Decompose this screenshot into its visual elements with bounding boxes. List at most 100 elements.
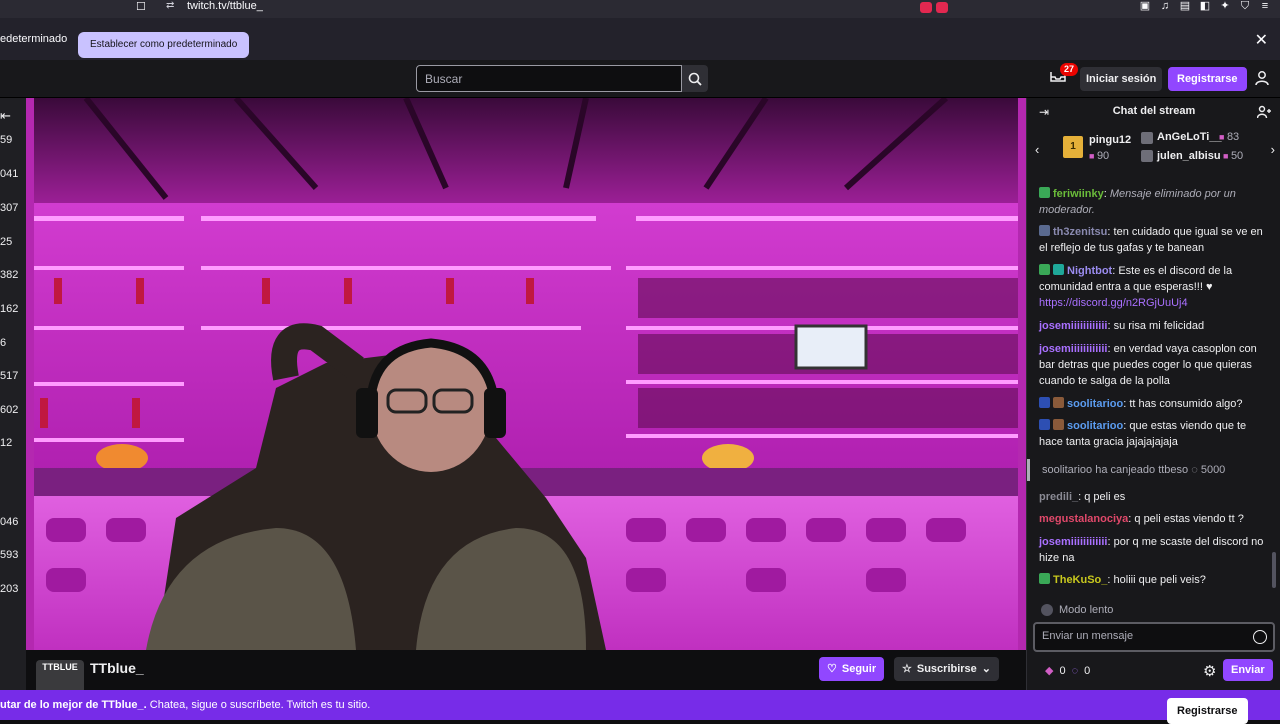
rail-viewer-count[interactable]: 307 <box>0 202 18 214</box>
inbox-button[interactable]: 27 <box>1050 63 1078 87</box>
chat-message: soolitarioo: que estas viendo que te hac… <box>1039 419 1247 448</box>
chat-username[interactable]: josemiiiiiiiiiiii <box>1039 343 1107 355</box>
chat-message: josemiiiiiiiiiiii: por q me scaste del d… <box>1039 536 1264 564</box>
set-default-button[interactable]: Establecer como predeterminado <box>78 32 250 58</box>
login-button[interactable]: Iniciar sesión <box>1080 67 1163 91</box>
rail-viewer-count[interactable]: 25 <box>0 236 12 248</box>
search-placeholder: Buscar <box>425 72 463 86</box>
leaderboard-third-name[interactable]: julen_albisu <box>1157 150 1221 162</box>
bookmark-icon[interactable]: ☐ <box>136 0 146 13</box>
leaderboard-first-name[interactable]: pingu12 <box>1089 134 1131 146</box>
chat-username[interactable]: josemiiiiiiiiiiii <box>1039 536 1107 548</box>
site-info-icon[interactable]: ⇄ <box>166 0 174 11</box>
chat-username[interactable]: predili_ <box>1039 491 1078 503</box>
default-browser-notice: edeterminado Establecer como predetermin… <box>0 18 1280 60</box>
rail-viewer-count[interactable]: 59 <box>0 134 12 146</box>
leaderboard-first-count: ■ 90 <box>1089 150 1110 162</box>
leaderboard-second-count: ■ 83 <box>1219 131 1240 143</box>
rail-viewer-count[interactable]: 203 <box>0 583 18 595</box>
gift-leaderboard: ‹ 1 pingu12 ■ 90 AnGeLoTi__ ■ 83 julen_a… <box>1027 128 1280 174</box>
chat-text: holiii que peli veis? <box>1113 574 1206 586</box>
slow-mode-label: Modo lento <box>1059 604 1114 616</box>
reader-icon[interactable]: ▣ <box>1138 0 1152 12</box>
leaderboard-third-count: ■ 50 <box>1223 150 1244 162</box>
sub-badge-icon <box>1039 225 1050 236</box>
chat-username[interactable]: josemiiiiiiiiiiii <box>1039 320 1107 332</box>
rail-viewer-count[interactable]: 046 <box>0 516 18 528</box>
chat-username[interactable]: soolitarioo <box>1067 398 1123 410</box>
follow-button[interactable]: ♡ Seguir <box>819 657 885 681</box>
search-icon <box>688 72 702 86</box>
sidebar-icon[interactable]: ◧ <box>1198 0 1212 12</box>
chat-message: TheKuSo_: holiii que peli veis? <box>1039 572 1269 588</box>
channel-name[interactable]: TTblue_ <box>90 660 144 676</box>
scroll-thumb[interactable] <box>1272 552 1276 588</box>
chat-message: Nightbot: Este es el discord de la comun… <box>1039 264 1233 309</box>
extensions-icon[interactable]: ✦ <box>1218 0 1232 12</box>
search-input[interactable]: Buscar <box>416 65 682 92</box>
chat-text: su risa mi felicidad <box>1113 320 1205 332</box>
gift-small-icon: ■ <box>1089 151 1097 161</box>
chat-username[interactable]: Nightbot <box>1067 265 1112 277</box>
chat-username[interactable]: th3zenitsu <box>1053 226 1107 238</box>
music-icon[interactable]: ♫ <box>1158 0 1172 12</box>
sub-badge-icon <box>1053 419 1064 430</box>
library-icon[interactable]: ▤ <box>1178 0 1192 12</box>
gear-icon[interactable]: ⚙ <box>1203 662 1216 680</box>
signup-button[interactable]: Registrarse <box>1168 67 1247 91</box>
chevron-left-icon[interactable]: ‹ <box>1035 142 1039 157</box>
chat-message: megustalanociya: q peli estas viendo tt … <box>1039 513 1244 525</box>
community-icon[interactable] <box>1257 105 1271 119</box>
moderator-badge-icon <box>1039 187 1050 198</box>
send-button[interactable]: Enviar <box>1223 659 1273 681</box>
expand-rail-icon[interactable]: ⇤ <box>0 108 11 124</box>
chat-title: Chat del stream <box>1112 105 1196 117</box>
rail-viewer-count[interactable]: 382 <box>0 269 18 281</box>
channel-points-summary[interactable]: ◆ 0 ◌ 0 <box>1045 664 1090 678</box>
user-icon[interactable] <box>1254 70 1270 86</box>
chat-username[interactable]: soolitarioo <box>1067 420 1123 432</box>
promo-text: utar de lo mejor de TTblue_. Chatea, sig… <box>0 699 371 711</box>
moderator-badge-icon <box>1039 573 1050 584</box>
bits-count: 0 <box>1059 664 1066 677</box>
close-icon[interactable]: ✕ <box>1255 30 1268 50</box>
chat-input[interactable]: Enviar un mensaje <box>1033 622 1275 652</box>
chat-message: josemiiiiiiiiiiii: en verdad vaya casopl… <box>1039 343 1257 387</box>
shield-icon[interactable]: ⛉ <box>1238 0 1252 12</box>
rail-viewer-count[interactable]: 041 <box>0 168 18 180</box>
emoji-icon[interactable] <box>1253 630 1267 644</box>
heart-icon: ♡ <box>827 663 837 675</box>
chat-username[interactable]: TheKuSo_ <box>1053 574 1107 586</box>
rail-viewer-count[interactable]: 6 <box>0 337 6 349</box>
discord-link[interactable]: https://discord.gg/n2RGjUuUj4 <box>1039 297 1188 309</box>
address-bar[interactable]: twitch.tv/ttblue_ <box>187 0 263 13</box>
rail-viewer-count[interactable]: 517 <box>0 370 18 382</box>
stream-video-frame <box>26 98 1026 650</box>
chat-username[interactable]: feriwiinky <box>1053 188 1104 200</box>
redeem-points: 5000 <box>1200 464 1226 476</box>
avatar-logo: TTBLUE <box>42 662 78 672</box>
chat-header: ⇥ Chat del stream <box>1027 98 1280 126</box>
redeem-text: soolitarioo ha canjeado ttbeso <box>1042 464 1189 476</box>
verified-bot-icon <box>1053 264 1064 275</box>
video-player[interactable] <box>26 98 1026 650</box>
inbox-badge: 27 <box>1060 63 1078 76</box>
subscribe-button[interactable]: ☆ Suscribirse ⌄ <box>894 657 1000 681</box>
subscribe-label: Suscribirse <box>916 663 977 675</box>
menu-icon[interactable]: ≡ <box>1258 0 1272 12</box>
channel-points-icon: ◌ <box>1191 464 1201 476</box>
leaderboard-second-name[interactable]: AnGeLoTi__ <box>1157 131 1222 143</box>
chat-username[interactable]: megustalanociya <box>1039 513 1128 525</box>
rail-viewer-count[interactable]: 12 <box>0 437 12 449</box>
rail-viewer-count[interactable]: 162 <box>0 303 18 315</box>
rail-viewer-count[interactable]: 602 <box>0 404 18 416</box>
search-button[interactable] <box>682 65 708 92</box>
extension-icons[interactable] <box>920 0 956 13</box>
channel-avatar[interactable]: TTBLUE <box>36 660 84 690</box>
bits-icon: ◆ <box>1045 665 1054 677</box>
followed-channels-rail: ⇤ 59 041 307 25 382 162 6 517 602 12 046… <box>0 98 26 690</box>
chevron-right-icon[interactable]: › <box>1271 142 1275 157</box>
promo-signup-button[interactable]: Registrarse <box>1167 698 1248 724</box>
rail-viewer-count[interactable]: 593 <box>0 549 18 561</box>
chat-scrollbar[interactable] <box>1272 182 1277 602</box>
